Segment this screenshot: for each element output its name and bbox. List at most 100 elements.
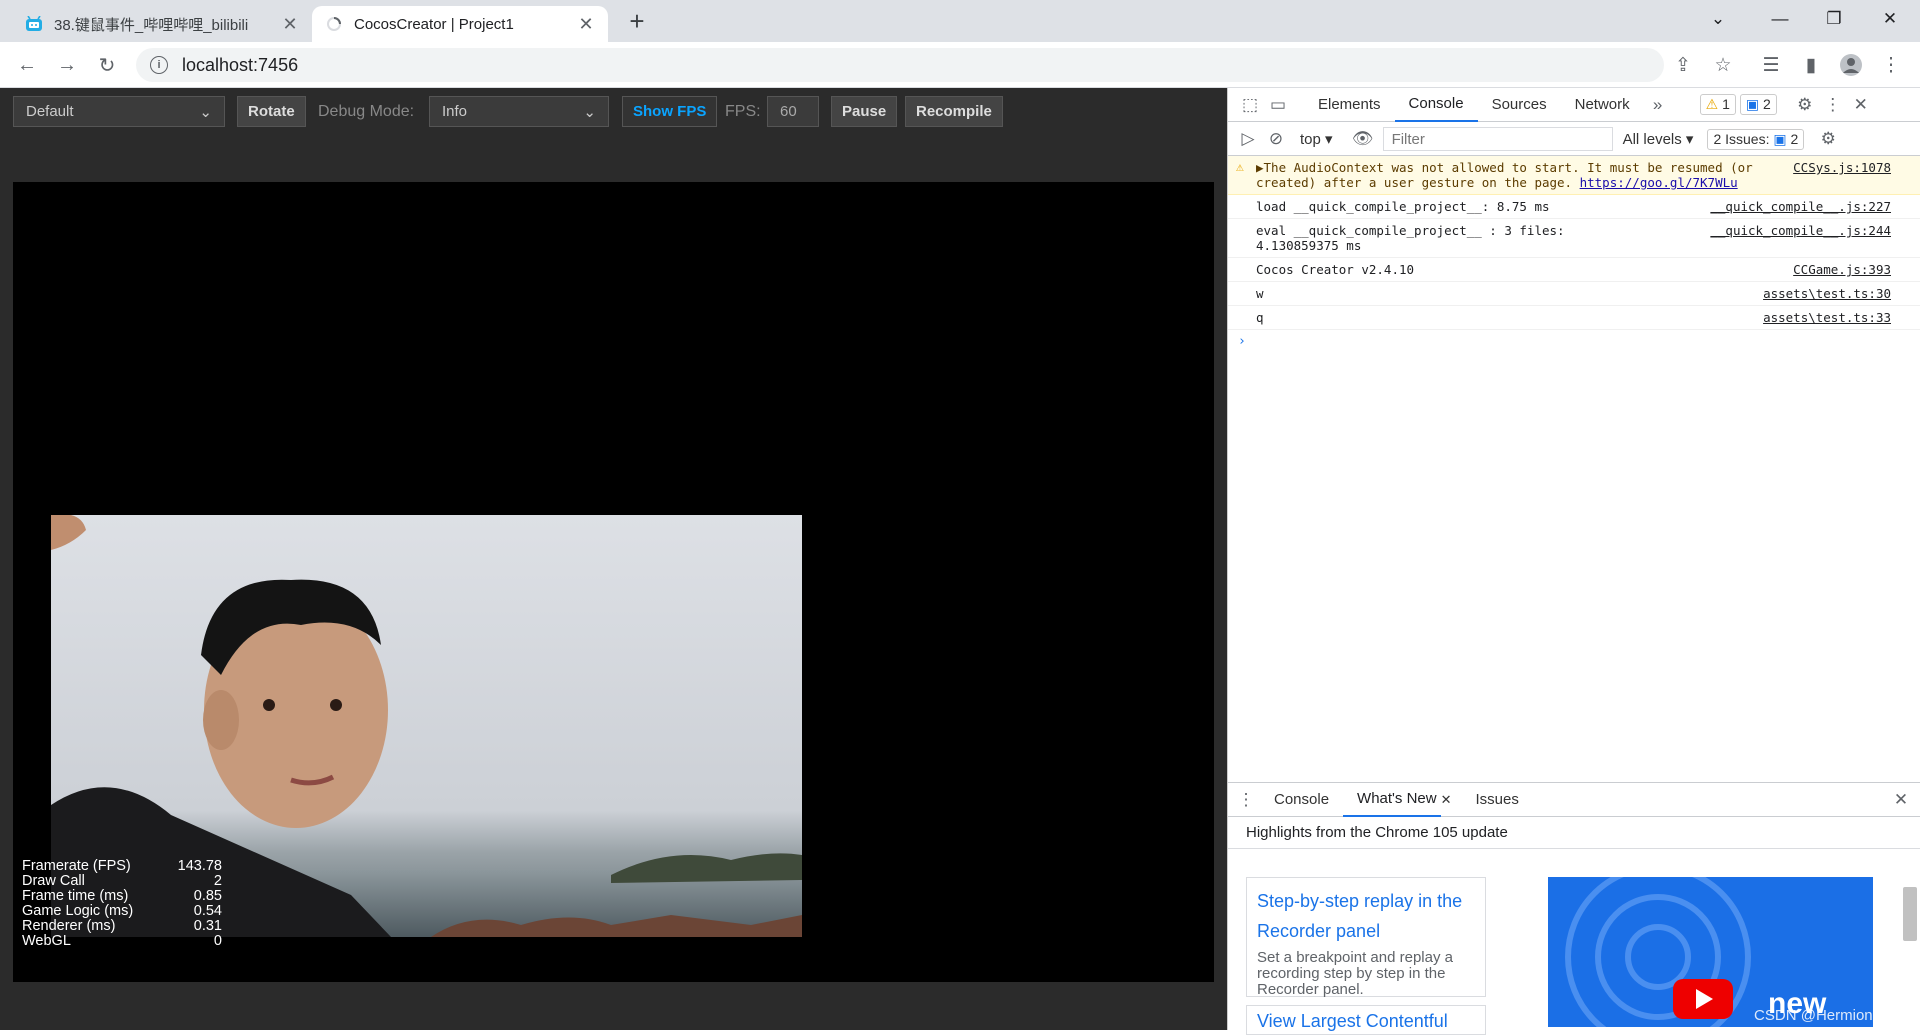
- feature-card[interactable]: Step-by-step replay in the Recorder pane…: [1246, 877, 1486, 998]
- devtools-tabbar: ⬚ ▭ Elements Console Sources Network » ⚠…: [1228, 88, 1920, 122]
- context-select[interactable]: top ▾: [1300, 130, 1333, 148]
- stat-label: Renderer (ms): [22, 918, 116, 934]
- stat-label: Draw Call: [22, 873, 85, 889]
- message-source-link[interactable]: __quick_compile__.js:244: [1710, 223, 1891, 253]
- messages-badge[interactable]: ▣ 2: [1739, 94, 1777, 115]
- drawer-menu-icon[interactable]: ⋮: [1232, 786, 1260, 814]
- minimize-icon[interactable]: —: [1752, 0, 1808, 38]
- back-icon[interactable]: ←: [12, 50, 42, 80]
- more-tabs-icon[interactable]: »: [1644, 91, 1672, 119]
- close-tab-icon[interactable]: ✕: [280, 14, 300, 35]
- warning-icon: ⚠: [1705, 96, 1719, 112]
- close-tab-icon[interactable]: ✕: [576, 14, 596, 35]
- message-text: eval __quick_compile_project__ : 3 files…: [1256, 223, 1565, 253]
- close-window-icon[interactable]: ✕: [1862, 0, 1918, 38]
- inspect-element-icon[interactable]: ⬚: [1236, 91, 1264, 119]
- reload-icon[interactable]: ↻: [92, 50, 122, 80]
- filter-input[interactable]: Filter: [1382, 127, 1613, 151]
- url-input[interactable]: i localhost:7456: [136, 48, 1664, 82]
- device-toolbar-icon[interactable]: ▭: [1264, 91, 1292, 119]
- drawer-tab-issues[interactable]: Issues: [1462, 783, 1533, 817]
- tab-console[interactable]: Console: [1394, 88, 1478, 122]
- debug-mode-value: Info: [442, 103, 468, 120]
- message-text: load __quick_compile_project__: 8.75 ms: [1256, 199, 1550, 214]
- fps-stats-overlay: Framerate (FPS) 143.78 Draw Call 2 Frame t…: [22, 859, 222, 949]
- browser-tab-strip: 38.键鼠事件_哔哩哔哩_bilibili ✕ CocosCreator | P…: [0, 0, 1920, 42]
- message-text: Cocos Creator v2.4.10: [1256, 262, 1415, 277]
- whats-new-heading: Highlights from the Chrome 105 update: [1228, 817, 1920, 849]
- chevron-down-icon: ⌄: [583, 103, 596, 121]
- stat-row: Framerate (FPS) 143.78: [22, 859, 222, 874]
- message-icon: ▣: [1745, 96, 1760, 112]
- close-drawer-icon[interactable]: ✕: [1887, 786, 1915, 814]
- new-tab-icon[interactable]: +: [622, 6, 652, 37]
- message-source-link[interactable]: assets\test.ts:30: [1763, 286, 1891, 301]
- devtools-menu-icon[interactable]: ⋮: [1819, 91, 1847, 119]
- browser-tab-cocos[interactable]: CocosCreator | Project1 ✕: [312, 6, 608, 42]
- pause-button[interactable]: Pause: [831, 96, 898, 127]
- tab-sources[interactable]: Sources: [1478, 88, 1561, 122]
- console-message-warning: ⚠ ▶The AudioContext was not allowed to s…: [1228, 156, 1920, 195]
- browser-tab-bilibili[interactable]: 38.键鼠事件_哔哩哔哩_bilibili ✕: [12, 6, 312, 42]
- bookmark-star-icon[interactable]: ☆: [1708, 50, 1738, 80]
- close-tab-icon[interactable]: ✕: [1441, 792, 1452, 808]
- drawer-tab-whats-new[interactable]: What's New: [1343, 783, 1441, 817]
- message-source-link[interactable]: __quick_compile__.js:227: [1710, 199, 1891, 214]
- drawer-scrollbar[interactable]: [1903, 887, 1917, 941]
- stat-value: 0.31: [193, 918, 222, 934]
- stat-label: Frame time (ms): [22, 888, 129, 904]
- drawer-tabbar: ⋮ Console What's New ✕ Issues ✕: [1228, 783, 1920, 817]
- reading-list-icon[interactable]: ☰: [1756, 50, 1786, 80]
- issues-label: 2 Issues:: [1713, 130, 1770, 147]
- message-source-link[interactable]: CCSys.js:1078: [1793, 160, 1891, 190]
- share-icon[interactable]: ⇪: [1668, 50, 1698, 80]
- close-devtools-icon[interactable]: ✕: [1847, 91, 1875, 119]
- tab-elements[interactable]: Elements: [1304, 88, 1395, 122]
- tab-network[interactable]: Network: [1561, 88, 1644, 122]
- fps-label: FPS:: [725, 102, 761, 120]
- recompile-button[interactable]: Recompile: [905, 96, 1003, 127]
- feature-card-title[interactable]: Step-by-step replay in the Recorder pane…: [1257, 886, 1475, 946]
- whats-new-video-thumbnail[interactable]: new: [1548, 877, 1873, 1027]
- message-source-link[interactable]: CCGame.js:393: [1793, 262, 1891, 277]
- console-prompt-input[interactable]: ›: [1228, 330, 1920, 353]
- console-toolbar: ▷ ⊘ top ▾ 👁 Filter All levels ▾ 2 Issues…: [1228, 123, 1920, 156]
- settings-gear-icon[interactable]: ⚙: [1791, 91, 1819, 119]
- feature-card[interactable]: View Largest Contentful: [1246, 1005, 1486, 1035]
- show-fps-button[interactable]: Show FPS: [622, 96, 718, 127]
- stat-row: WebGL 0: [22, 934, 222, 949]
- browser-menu-icon[interactable]: ⋮: [1876, 50, 1906, 80]
- site-info-icon[interactable]: i: [150, 56, 168, 74]
- live-expression-eye-icon[interactable]: 👁: [1349, 125, 1377, 153]
- clear-console-icon[interactable]: ⊘: [1262, 125, 1290, 153]
- device-select[interactable]: Default ⌄: [13, 96, 225, 127]
- side-panel-icon[interactable]: ▮: [1796, 50, 1826, 80]
- restore-icon[interactable]: ❐: [1806, 0, 1862, 38]
- log-levels-select[interactable]: All levels ▾: [1623, 130, 1694, 148]
- warnings-badge[interactable]: ⚠ 1: [1699, 94, 1736, 115]
- fps-input[interactable]: 60: [767, 96, 819, 127]
- profile-avatar-icon[interactable]: [1836, 50, 1866, 80]
- stat-value: 0.85: [193, 888, 222, 904]
- dropdown-arrow-icon: ▾: [1325, 131, 1333, 148]
- stat-row: Frame time (ms) 0.85: [22, 889, 222, 904]
- tab-title: CocosCreator | Project1: [354, 15, 514, 33]
- console-message: w assets\test.ts:30: [1228, 282, 1920, 306]
- feature-card-title[interactable]: View Largest Contentful: [1257, 1006, 1475, 1036]
- issues-button[interactable]: 2 Issues: ▣ 2: [1707, 128, 1805, 150]
- devtools-panel: ⬚ ▭ Elements Console Sources Network » ⚠…: [1227, 88, 1920, 1035]
- forward-icon[interactable]: →: [52, 50, 82, 80]
- message-link[interactable]: https://goo.gl/7K7WLu: [1580, 175, 1738, 190]
- sidebar-toggle-icon[interactable]: ▷: [1234, 125, 1262, 153]
- levels-value: All levels: [1622, 131, 1682, 148]
- stat-value: 0.54: [193, 903, 222, 919]
- stat-value: 143.78: [177, 858, 222, 874]
- game-canvas[interactable]: Framerate (FPS) 143.78 Draw Call 2 Frame t…: [13, 182, 1214, 982]
- drawer-tab-console[interactable]: Console: [1260, 783, 1343, 817]
- debug-mode-select[interactable]: Info ⌄: [429, 96, 609, 127]
- tab-search-icon[interactable]: ⌄: [1690, 0, 1746, 38]
- rotate-button[interactable]: Rotate: [237, 96, 306, 127]
- console-settings-icon[interactable]: ⚙: [1814, 125, 1842, 153]
- warning-icon: ⚠: [1236, 160, 1244, 175]
- message-source-link[interactable]: assets\test.ts:33: [1763, 310, 1891, 325]
